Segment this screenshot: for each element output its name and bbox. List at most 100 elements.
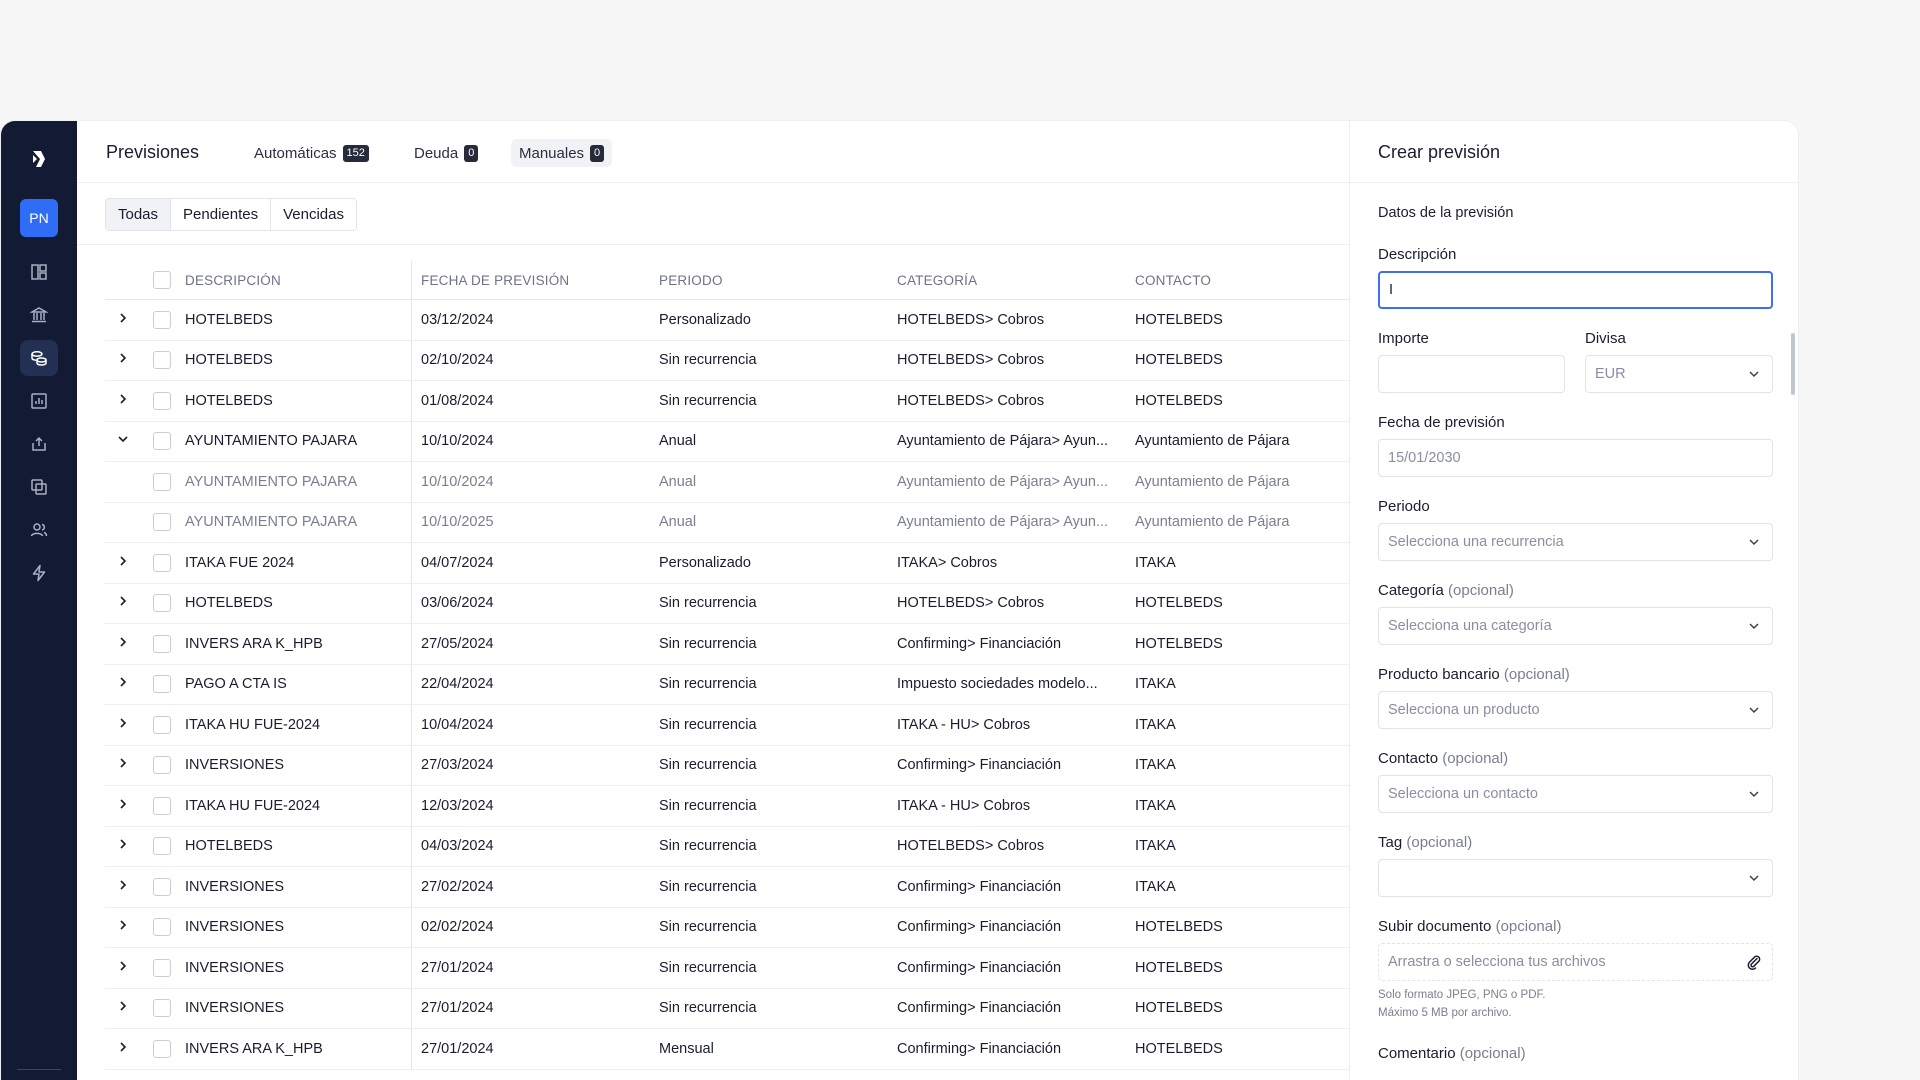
chevron-right-icon[interactable] <box>117 757 129 773</box>
chevron-right-icon[interactable] <box>117 1041 129 1057</box>
column-header-periodo[interactable]: PERIODO <box>649 273 887 288</box>
row-checkbox[interactable] <box>153 918 171 937</box>
row-checkbox[interactable] <box>153 472 171 491</box>
row-checkbox[interactable] <box>153 675 171 694</box>
table-header: DESCRIPCIÓN FECHA DE PREVISIÓN PERIODO C… <box>105 261 1349 300</box>
documents-copy-icon[interactable] <box>20 469 58 505</box>
user-avatar[interactable]: PN <box>20 199 58 237</box>
table-row[interactable]: INVERS ARA K_HPB 27/05/2024 Sin recurrenci… <box>105 624 1349 665</box>
row-checkbox[interactable] <box>153 391 171 410</box>
row-checkbox[interactable] <box>153 1039 171 1058</box>
fecha-input[interactable]: 15/01/2030 <box>1378 439 1773 477</box>
row-checkbox[interactable] <box>153 553 171 572</box>
table-row[interactable]: AYUNTAMIENTO PAJARA 10/10/2024 Anual Ayunta… <box>105 421 1349 462</box>
table-subrow[interactable]: AYUNTAMIENTO PAJARA 10/10/2025 Anual Ayunta… <box>105 502 1349 543</box>
table-row[interactable]: ITAKA HU FUE-2024 10/04/2024 Sin recurrenc… <box>105 705 1349 746</box>
chevron-right-icon[interactable] <box>117 636 129 652</box>
cell-fecha: 02/10/2024 <box>421 352 494 369</box>
row-checkbox[interactable] <box>153 958 171 977</box>
table-subrow[interactable]: AYUNTAMIENTO PAJARA 10/10/2024 Anual Ayunta… <box>105 462 1349 503</box>
cell-contacto: HOTELBEDS <box>1135 635 1223 652</box>
contacto-select[interactable]: Selecciona un contacto <box>1378 775 1773 813</box>
chevron-right-icon[interactable] <box>117 352 129 368</box>
table-row[interactable]: INVERSIONES 27/01/2024 Sin recurrencia Conf… <box>105 948 1349 989</box>
row-checkbox[interactable] <box>153 351 171 370</box>
table-row[interactable]: INVERS ARA K_HPB 27/01/2024 Mensual Confirm… <box>105 1029 1349 1070</box>
chevron-right-icon[interactable] <box>117 1000 129 1016</box>
periodo-select[interactable]: Selecciona una recurrencia <box>1378 523 1773 561</box>
chevron-down-icon[interactable] <box>117 433 129 449</box>
chevron-right-icon[interactable] <box>117 393 129 409</box>
importe-input[interactable] <box>1378 355 1565 393</box>
chevron-right-icon[interactable] <box>117 312 129 328</box>
table-row[interactable]: HOTELBEDS 02/10/2024 Sin recurrencia HOTELB… <box>105 340 1349 381</box>
chevron-right-icon[interactable] <box>117 879 129 895</box>
table-row[interactable]: HOTELBEDS 04/03/2024 Sin recurrencia HOTELB… <box>105 826 1349 867</box>
panel-header: Crear previsión <box>1350 121 1798 183</box>
cell-periodo: Sin recurrencia <box>659 716 757 733</box>
tab-automaticas[interactable]: Automáticas 152 <box>246 139 377 167</box>
table-row[interactable]: ITAKA HU FUE-2024 12/03/2024 Sin recurrenc… <box>105 786 1349 827</box>
contacts-users-icon[interactable] <box>20 512 58 548</box>
row-checkbox[interactable] <box>153 756 171 775</box>
filter-pendientes[interactable]: Pendientes <box>171 199 272 230</box>
column-divider <box>411 583 412 623</box>
column-divider <box>411 543 412 583</box>
divisa-select[interactable]: EUR <box>1585 355 1773 393</box>
row-checkbox[interactable] <box>153 594 171 613</box>
paperclip-icon[interactable] <box>1740 948 1768 976</box>
panel-scrollbar[interactable] <box>1791 333 1795 395</box>
table-row[interactable]: HOTELBEDS 03/12/2024 Personalizado HOTELBED… <box>105 300 1349 341</box>
tab-deuda[interactable]: Deuda 0 <box>406 139 486 167</box>
row-checkbox[interactable] <box>153 513 171 532</box>
row-checkbox[interactable] <box>153 796 171 815</box>
column-header-categoria[interactable]: CATEGORÍA <box>887 273 1125 288</box>
cell-categoria: Confirming> Financiación <box>897 878 1062 895</box>
dashboard-icon[interactable] <box>20 254 58 290</box>
column-header-descripcion[interactable]: DESCRIPCIÓN <box>183 273 411 288</box>
chevron-right-icon[interactable] <box>117 960 129 976</box>
categoria-select[interactable]: Selecciona una categoría <box>1378 607 1773 645</box>
chevron-right-icon[interactable] <box>117 595 129 611</box>
bank-icon[interactable] <box>20 297 58 333</box>
chevron-right-icon[interactable] <box>117 838 129 854</box>
chevron-right-icon[interactable] <box>117 919 129 935</box>
table-row[interactable]: ITAKA FUE 2024 04/07/2024 Personalizado ITA… <box>105 543 1349 584</box>
cell-categoria: HOTELBEDS> Cobros <box>897 392 1045 409</box>
chevron-right-icon[interactable] <box>117 555 129 571</box>
row-checkbox[interactable] <box>153 999 171 1018</box>
row-checkbox[interactable] <box>153 877 171 896</box>
select-all-checkbox[interactable] <box>153 271 171 289</box>
app-logo-icon[interactable] <box>27 147 51 171</box>
chevron-right-icon[interactable] <box>117 717 129 733</box>
forecast-coins-icon[interactable] <box>20 340 58 376</box>
table-row[interactable]: HOTELBEDS 01/08/2024 Sin recurrencia HOTELB… <box>105 381 1349 422</box>
cell-periodo: Sin recurrencia <box>659 595 757 612</box>
automation-bolt-icon[interactable] <box>20 555 58 591</box>
file-upload-dropzone[interactable]: Arrastra o selecciona tus archivos <box>1378 943 1773 981</box>
table-row[interactable]: INVERSIONES 27/01/2024 Sin recurrencia Conf… <box>105 988 1349 1029</box>
tab-manuales[interactable]: Manuales 0 <box>511 139 613 167</box>
table-row[interactable]: INVERSIONES 27/02/2024 Sin recurrencia Conf… <box>105 867 1349 908</box>
chevron-right-icon[interactable] <box>117 798 129 814</box>
producto-placeholder: Selecciona un producto <box>1388 702 1540 718</box>
producto-select[interactable]: Selecciona un producto <box>1378 691 1773 729</box>
table-row[interactable]: INVERSIONES 27/03/2024 Sin recurrencia Conf… <box>105 745 1349 786</box>
filter-todas[interactable]: Todas <box>106 199 172 230</box>
column-header-fecha[interactable]: FECHA DE PREVISIÓN <box>411 273 649 288</box>
descripcion-input[interactable]: I <box>1378 271 1773 309</box>
tag-select[interactable] <box>1378 859 1773 897</box>
column-header-contacto[interactable]: CONTACTO <box>1125 273 1349 288</box>
row-checkbox[interactable] <box>153 310 171 329</box>
table-row[interactable]: INVERSIONES 02/02/2024 Sin recurrencia Conf… <box>105 907 1349 948</box>
table-row[interactable]: PAGO A CTA IS 22/04/2024 Sin recurrencia Im… <box>105 664 1349 705</box>
row-checkbox[interactable] <box>153 715 171 734</box>
filter-vencidas[interactable]: Vencidas <box>271 199 356 230</box>
upload-box-icon[interactable] <box>20 426 58 462</box>
chevron-right-icon[interactable] <box>117 676 129 692</box>
table-row[interactable]: HOTELBEDS 03/06/2024 Sin recurrencia HOTELB… <box>105 583 1349 624</box>
row-checkbox[interactable] <box>153 634 171 653</box>
row-checkbox[interactable] <box>153 837 171 856</box>
row-checkbox[interactable] <box>153 432 171 451</box>
reports-chart-icon[interactable] <box>20 383 58 419</box>
